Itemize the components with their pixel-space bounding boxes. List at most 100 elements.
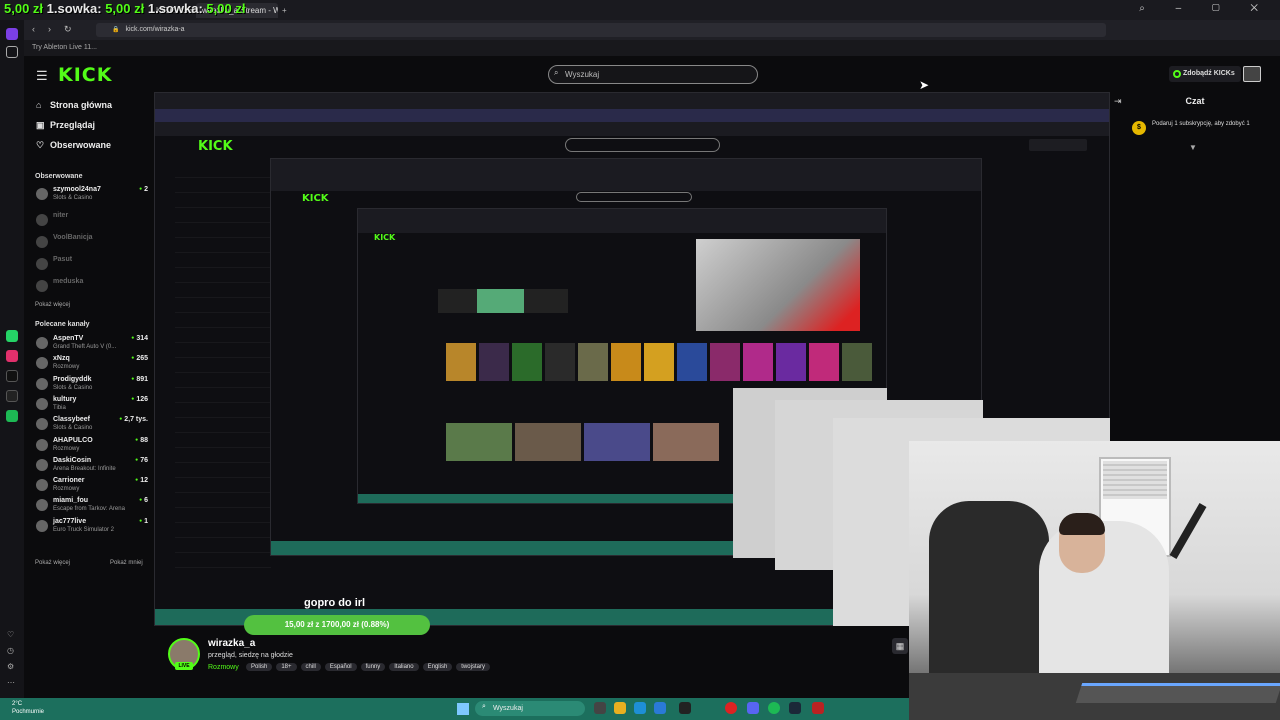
- back-icon[interactable]: ‹: [32, 24, 35, 34]
- show-less-button[interactable]: Pokaż mniej: [110, 560, 143, 566]
- obs-icon[interactable]: [812, 702, 824, 714]
- avatar: [36, 458, 48, 471]
- get-kicks-button[interactable]: Zdobądź KICKs: [1169, 66, 1241, 82]
- messenger-icon[interactable]: [6, 28, 18, 40]
- nav-following[interactable]: ♡ Obserwowane: [36, 140, 111, 151]
- sidebar-channel-offline[interactable]: VoolBanicja: [36, 234, 148, 252]
- avatar: [36, 479, 48, 492]
- task-view-icon[interactable]: [594, 702, 606, 714]
- chat-title: Czat: [1185, 96, 1205, 106]
- stream-category[interactable]: Rozmowy: [208, 664, 239, 671]
- donation-goal-bar: 15,00 zł z 1700,00 zł (0.88%): [244, 615, 430, 635]
- avatar: [36, 418, 48, 431]
- avatar: [36, 188, 48, 200]
- avatar: [36, 280, 48, 292]
- opera-icon[interactable]: [725, 702, 737, 714]
- avatar: [36, 377, 48, 390]
- channel-name[interactable]: wirazka_a: [208, 638, 255, 649]
- stream-tag[interactable]: 18+: [276, 663, 297, 671]
- sidebar-channel[interactable]: DaskiCosinArena Breakout: Infinite76: [36, 457, 148, 475]
- search-icon: ⌕: [554, 68, 559, 77]
- discord-icon[interactable]: [747, 702, 759, 714]
- search-icon: ⌕: [482, 703, 486, 710]
- instagram-icon[interactable]: [6, 350, 18, 362]
- address-bar[interactable]: 🔒 kick.com/wirazka-a: [96, 23, 1106, 37]
- avatar: [36, 258, 48, 270]
- stream-tag[interactable]: Italiano: [389, 663, 419, 671]
- stream-tag[interactable]: twojstary: [456, 663, 490, 671]
- chevron-down-icon[interactable]: ▼: [1189, 143, 1197, 152]
- weather-widget[interactable]: 2°C Pochmurnie: [12, 700, 44, 716]
- following-header: Obserwowane: [35, 173, 83, 180]
- heart-icon: ♡: [36, 140, 45, 150]
- sidebar-channel[interactable]: AspenTVGrand Theft Auto V (0...314: [36, 335, 148, 353]
- app-icon[interactable]: [679, 702, 691, 714]
- sidebar-channel-offline[interactable]: meduska: [36, 278, 148, 296]
- lock-icon: 🔒: [112, 27, 120, 33]
- x-icon[interactable]: [6, 390, 18, 402]
- reload-icon[interactable]: ↻: [64, 24, 72, 35]
- webcam-overlay: [909, 441, 1280, 720]
- avatar: [36, 357, 48, 370]
- search-input[interactable]: Wyszukaj: [548, 65, 758, 84]
- heart-icon[interactable]: ♡: [7, 630, 14, 639]
- window-controls[interactable]: ⌕ – ▢ ✕: [1139, 3, 1272, 14]
- sidebar-channel-offline[interactable]: Pasut: [36, 256, 148, 274]
- file-explorer-icon[interactable]: [614, 702, 626, 714]
- spotify-icon[interactable]: [6, 410, 18, 422]
- stream-overlay-text: gopro do irl: [304, 597, 366, 609]
- more-icon[interactable]: ⋯: [7, 678, 15, 687]
- bookmark-icon[interactable]: [6, 46, 18, 58]
- browser-sidebar: [0, 20, 24, 700]
- spotify-icon[interactable]: [768, 702, 780, 714]
- sidebar-channel[interactable]: szymool24na7Slots & Casino2: [36, 186, 148, 204]
- bookmarks-bar: Try Ableton Live 11...: [24, 40, 1280, 56]
- chat-pinned-gift[interactable]: $ Podaruj 1 subskrypcję, aby zdobyć 1: [1132, 118, 1276, 138]
- show-more-following[interactable]: Pokaż więcej: [35, 302, 70, 308]
- show-more-button[interactable]: Pokaż więcej: [35, 560, 70, 566]
- stream-tag[interactable]: chill: [300, 663, 321, 671]
- forward-icon[interactable]: ›: [48, 24, 51, 34]
- stream-tags: Polish 18+ chill Español funny Italiano Englis…: [246, 663, 490, 671]
- avatar: [36, 499, 48, 512]
- browse-icon: ▣: [36, 120, 45, 130]
- nav-home[interactable]: ⌂ Strona główna: [36, 100, 112, 110]
- store-icon[interactable]: [654, 702, 666, 714]
- tiktok-icon[interactable]: [6, 370, 18, 382]
- kick-logo[interactable]: KICK: [58, 64, 112, 86]
- donation-overlay: 5,00 zł 1.sowka: 5,00 zł 1.sowka: 5,00 z…: [4, 1, 246, 16]
- sidebar-channel[interactable]: xNzqRozmowy265: [36, 355, 148, 373]
- sidebar-channel[interactable]: ProdigyddkSlots & Casino891: [36, 376, 148, 394]
- stream-tag[interactable]: funny: [360, 663, 386, 671]
- recommended-header: Polecane kanały: [35, 321, 90, 328]
- stream-tag[interactable]: English: [422, 663, 453, 671]
- kicks-icon: [1173, 70, 1181, 78]
- settings-icon[interactable]: ⚙: [7, 662, 14, 671]
- avatar: [36, 236, 48, 248]
- sidebar-channel[interactable]: AHAPULCORozmowy88: [36, 437, 148, 455]
- menu-icon[interactable]: ☰: [36, 68, 48, 84]
- sidebar-channel[interactable]: jac777liveEuro Truck Simulator 21: [36, 518, 148, 536]
- avatar: [36, 397, 48, 410]
- sidebar-channel[interactable]: CarrionerRozmowy12: [36, 477, 148, 495]
- home-icon: ⌂: [36, 100, 42, 110]
- coin-icon: $: [1132, 121, 1146, 135]
- edge-icon[interactable]: [634, 702, 646, 714]
- sidebar-channel[interactable]: ClassybeefSlots & Casino2,7 tys.: [36, 416, 148, 434]
- new-tab-icon[interactable]: +: [282, 3, 292, 18]
- whatsapp-icon[interactable]: [6, 330, 18, 342]
- avatar: [36, 438, 48, 451]
- sidebar-channel[interactable]: kulturyTibia126: [36, 396, 148, 414]
- gift-icon[interactable]: ▦: [892, 638, 908, 654]
- steam-icon[interactable]: [789, 702, 801, 714]
- stream-tag[interactable]: Español: [324, 663, 357, 671]
- bookmark-item[interactable]: Try Ableton Live 11...: [32, 44, 97, 51]
- user-avatar[interactable]: [1243, 66, 1261, 82]
- taskbar-search[interactable]: Wyszukaj: [475, 701, 585, 716]
- nav-browse[interactable]: ▣ Przeglądaj: [36, 120, 95, 131]
- sidebar-channel-offline[interactable]: niter: [36, 212, 148, 230]
- windows-start-icon[interactable]: [457, 703, 469, 715]
- history-icon[interactable]: ◷: [7, 646, 14, 655]
- sidebar-channel[interactable]: miami_fouEscape from Tarkov: Arena6: [36, 497, 148, 515]
- stream-tag[interactable]: Polish: [246, 663, 273, 671]
